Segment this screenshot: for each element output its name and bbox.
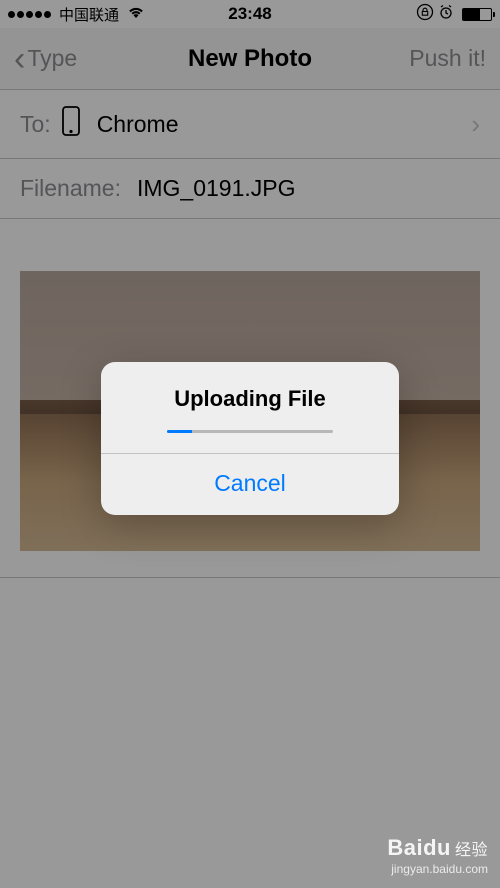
modal-title: Uploading File — [121, 386, 379, 412]
uploading-modal: Uploading File Cancel — [101, 362, 399, 515]
watermark-url: jingyan.baidu.com — [387, 862, 488, 878]
watermark: Baidu经验 jingyan.baidu.com — [387, 834, 488, 878]
watermark-brand: Baidu — [387, 835, 451, 860]
progress-fill — [167, 430, 192, 433]
cancel-button[interactable]: Cancel — [101, 454, 399, 515]
progress-bar — [167, 430, 333, 433]
watermark-brand-sub: 经验 — [455, 842, 488, 859]
